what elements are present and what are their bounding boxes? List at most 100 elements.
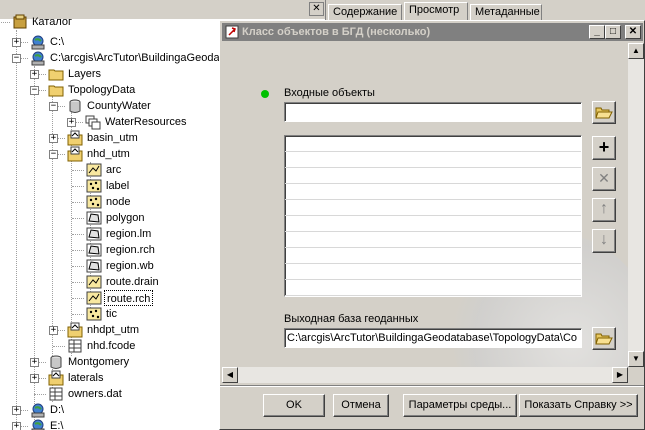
point-class-icon (86, 306, 102, 322)
tree-item-label[interactable]: tic (104, 306, 119, 322)
list-row (285, 136, 581, 152)
scroll-right-icon[interactable]: ▶ (612, 367, 628, 383)
tree-item-label[interactable]: D:\ (48, 402, 66, 418)
open-folder-icon (595, 107, 613, 119)
add-button[interactable]: + (592, 136, 616, 160)
remove-button[interactable]: ✕ (592, 167, 616, 191)
tree-item-label[interactable]: Layers (66, 66, 103, 82)
tree-item-label[interactable]: Каталог (30, 14, 74, 30)
geodatabase-icon (48, 354, 64, 370)
scroll-down-icon[interactable]: ▼ (628, 351, 644, 367)
catalog-close-button[interactable]: ✕ (309, 2, 324, 16)
show-help-button[interactable]: Показать Справку >> (519, 394, 638, 417)
move-up-button[interactable]: ↑ (592, 198, 616, 222)
tree-item-label[interactable]: label (104, 178, 131, 194)
table-icon (67, 338, 83, 354)
tree-connector (0, 22, 10, 23)
tree-item-label[interactable]: region.wb (104, 258, 156, 274)
tree-item-label[interactable]: CountyWater (85, 98, 153, 114)
tree-item-label[interactable]: Montgomery (66, 354, 131, 370)
expand-icon[interactable]: + (49, 326, 58, 335)
tab-metadata[interactable]: Метаданные (470, 4, 542, 21)
tree-connector (72, 266, 84, 267)
tree-item-label[interactable]: arc (104, 162, 123, 178)
drive-icon (30, 402, 46, 418)
minimize-button[interactable]: _ (589, 25, 605, 39)
tree-item-label[interactable]: owners.dat (66, 386, 124, 402)
close-button[interactable]: ✕ (625, 25, 641, 39)
tree-connector (72, 186, 84, 187)
expand-icon[interactable]: + (30, 70, 39, 79)
maximize-button[interactable]: □ (605, 25, 621, 39)
expand-icon[interactable]: + (30, 374, 39, 383)
tree-item-label[interactable]: nhd_utm (85, 146, 132, 162)
open-folder-icon (595, 333, 613, 345)
list-row (285, 264, 581, 280)
polygon-class-icon (86, 242, 102, 258)
tree-connector (72, 170, 84, 171)
expand-icon[interactable]: + (12, 406, 21, 415)
tree-item-label[interactable]: TopologyData (66, 82, 137, 98)
expand-icon[interactable]: + (49, 134, 58, 143)
ok-button[interactable]: OK (263, 394, 325, 417)
feature-class-to-gdb-dialog: Класс объектов в БГД (несколько) _ □ ✕ В… (219, 20, 645, 430)
tree-connector (53, 346, 65, 347)
catalog-icon (12, 14, 28, 30)
folder-icon (48, 82, 64, 98)
collapse-icon[interactable]: − (49, 102, 58, 111)
environments-button[interactable]: Параметры среды... (403, 394, 517, 417)
input-features-field[interactable] (284, 102, 582, 122)
drive-icon (30, 418, 46, 430)
folder-icon (48, 66, 64, 82)
geodatabase-icon (67, 98, 83, 114)
scroll-left-icon[interactable]: ◀ (222, 367, 238, 383)
line-class-icon (86, 162, 102, 178)
cancel-button[interactable]: Отмена (333, 394, 389, 417)
tree-item-label[interactable]: WaterResources (103, 114, 189, 130)
tab-preview[interactable]: Просмотр (404, 2, 468, 21)
footer-divider (220, 385, 644, 387)
expand-icon[interactable]: + (30, 358, 39, 367)
vertical-scrollbar[interactable]: ▲ ▼ (628, 43, 644, 367)
collapse-icon[interactable]: − (12, 54, 21, 63)
list-row (285, 248, 581, 264)
tree-item-label[interactable]: nhdpt_utm (85, 322, 141, 338)
dialog-titlebar[interactable]: Класс объектов в БГД (несколько) _ □ ✕ (222, 23, 643, 41)
tree-item-label[interactable]: nhd.fcode (85, 338, 137, 354)
expand-icon[interactable]: + (67, 118, 76, 127)
tree-connector (72, 282, 84, 283)
list-row (285, 184, 581, 200)
tree-item-label[interactable]: region.lm (104, 226, 153, 242)
feature-dataset-icon (85, 114, 101, 130)
tree-item-label[interactable]: polygon (104, 210, 147, 226)
expand-icon[interactable]: + (12, 38, 21, 47)
browse-input-button[interactable] (592, 101, 616, 124)
line-class-icon (86, 290, 102, 306)
tree-item-label[interactable]: node (104, 194, 132, 210)
output-gdb-field[interactable]: C:\arcgis\ArcTutor\BuildingaGeodatabase\… (284, 328, 582, 348)
move-down-button[interactable]: ↓ (592, 229, 616, 253)
tab-contents[interactable]: Содержание (328, 4, 402, 21)
tree-item-label[interactable]: basin_utm (85, 130, 140, 146)
dialog-title: Класс объектов в БГД (несколько) (242, 26, 431, 38)
tree-connector (34, 394, 46, 395)
list-row (285, 280, 581, 296)
browse-output-button[interactable] (592, 327, 616, 350)
list-row (285, 200, 581, 216)
tree-item-label[interactable]: E:\ (48, 418, 65, 430)
collapse-icon[interactable]: − (30, 86, 39, 95)
input-features-list[interactable] (284, 135, 582, 297)
tree-item-label[interactable]: C:\ (48, 34, 66, 50)
list-row (285, 168, 581, 184)
tree-guide-line (16, 30, 17, 422)
tree-item-label[interactable]: region.rch (104, 242, 157, 258)
tree-item-label[interactable]: route.rch (104, 290, 154, 306)
scroll-up-icon[interactable]: ▲ (628, 43, 644, 59)
tree-connector (72, 218, 84, 219)
collapse-icon[interactable]: − (49, 150, 58, 159)
horizontal-scrollbar[interactable]: ◀ ▶ (222, 367, 628, 383)
output-gdb-label: Выходная база геоданных (284, 313, 419, 325)
tree-item-label[interactable]: laterals (66, 370, 105, 386)
expand-icon[interactable]: + (12, 422, 21, 430)
tree-item-label[interactable]: route.drain (104, 274, 161, 290)
